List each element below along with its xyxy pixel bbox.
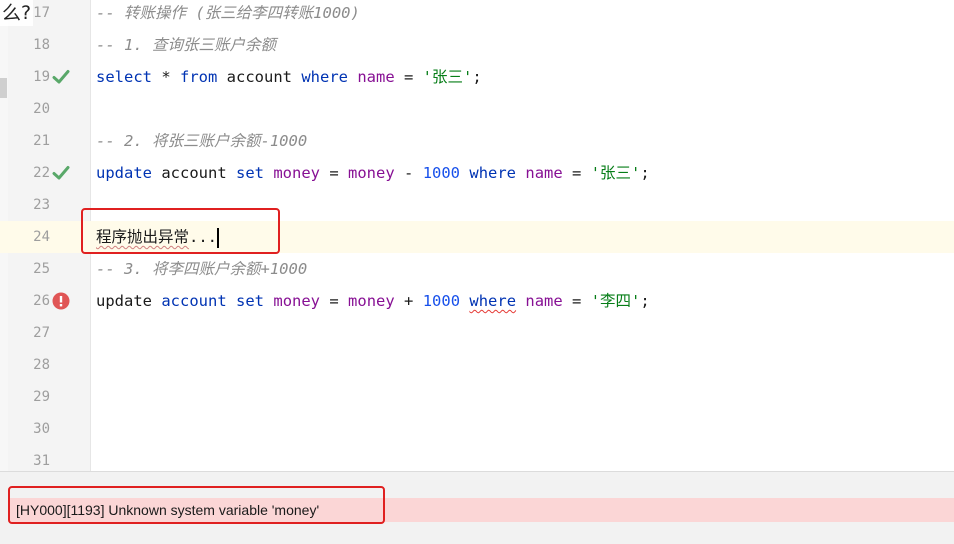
code-line-20[interactable]: 20 [0, 93, 954, 125]
code-token: where [301, 68, 348, 86]
line-number: 19 [33, 69, 50, 85]
code-line-24[interactable]: 24 程序抛出异常... [0, 221, 954, 253]
check-icon[interactable] [52, 68, 70, 86]
code-token: - [394, 164, 423, 182]
code-token: -- 转账操作 (张三给李四转账1000) [96, 4, 360, 22]
line-number: 30 [33, 421, 50, 437]
code-token: 1000 [422, 164, 461, 182]
code-token: 程序抛出异常 [96, 228, 190, 246]
code-token: = [562, 164, 591, 182]
overlay-caption: 么? [0, 0, 34, 26]
code-text[interactable]: -- 1. 查询张三账户余额 [96, 29, 276, 61]
line-number: 27 [33, 325, 50, 341]
line-number: 20 [33, 101, 50, 117]
code-line-19[interactable]: 19 select * from account where name = '张三… [0, 61, 954, 93]
code-token: = [320, 164, 349, 182]
code-token: = [394, 68, 423, 86]
code-text[interactable]: 程序抛出异常... [96, 221, 219, 253]
code-token: name [525, 164, 563, 182]
code-token: from [180, 68, 218, 86]
code-token: money [273, 292, 321, 310]
code-token: ; [640, 164, 650, 182]
code-text[interactable]: select * from account where name = '张三'; [96, 61, 482, 93]
code-line-22[interactable]: 22 update account set money = money - 100… [0, 157, 954, 189]
code-line-23[interactable]: 23 [0, 189, 954, 221]
code-token: select [96, 68, 152, 86]
line-number: 22 [33, 165, 50, 181]
code-token: money [348, 292, 395, 310]
line-number: 29 [33, 389, 50, 405]
code-token: account [217, 68, 302, 86]
check-icon[interactable] [52, 164, 70, 182]
code-token: = [562, 292, 591, 310]
code-line-29[interactable]: 29 [0, 381, 954, 413]
line-number: 25 [33, 261, 50, 277]
code-token: -- 3. 将李四账户余额+1000 [96, 260, 308, 278]
code-line-31[interactable]: 31 [0, 445, 954, 471]
code-token: = [320, 292, 349, 310]
code-token: ; [640, 292, 650, 310]
line-number: 21 [33, 133, 50, 149]
error-message[interactable]: [HY000][1193] Unknown system variable 'm… [16, 500, 319, 520]
code-token: -- 2. 将张三账户余额-1000 [96, 132, 308, 150]
sql-editor[interactable]: 17 -- 转账操作 (张三给李四转账1000) 18 -- 1. 查询张三账户余额 1… [0, 0, 954, 471]
code-line-21[interactable]: 21 -- 2. 将张三账户余额-1000 [0, 125, 954, 157]
code-token: name [525, 292, 563, 310]
line-number: 24 [33, 229, 50, 245]
line-number: 31 [33, 453, 50, 469]
line-number: 26 [33, 293, 50, 309]
error-icon[interactable] [52, 292, 70, 310]
code-token: '李四' [590, 292, 641, 310]
code-token: * [152, 68, 180, 86]
code-token: 1000 [422, 292, 461, 310]
code-text[interactable]: update account set money = money - 1000 … [96, 157, 650, 189]
code-token: + [394, 292, 423, 310]
code-line-28[interactable]: 28 [0, 349, 954, 381]
code-text[interactable]: -- 3. 将李四账户余额+1000 [96, 253, 307, 285]
code-token: money [273, 164, 321, 182]
code-token: ; [472, 68, 482, 86]
code-text[interactable]: update account set money = money + 1000 … [96, 285, 650, 317]
code-token: set [236, 292, 265, 310]
code-token: update [96, 292, 152, 310]
code-line-18[interactable]: 18 -- 1. 查询张三账户余额 [0, 29, 954, 61]
line-number: 28 [33, 357, 50, 373]
line-number: 23 [33, 197, 50, 213]
code-token: account [152, 164, 236, 182]
code-token: set [236, 164, 264, 182]
code-line-27[interactable]: 27 [0, 317, 954, 349]
code-token: -- 1. 查询张三账户余额 [96, 36, 276, 54]
code-line-25[interactable]: 25 -- 3. 将李四账户余额+1000 [0, 253, 954, 285]
code-token: '张三' [422, 68, 473, 86]
code-token: account [161, 292, 227, 310]
text-caret [217, 227, 219, 248]
code-text[interactable]: -- 转账操作 (张三给李四转账1000) [96, 0, 360, 29]
code-line-26[interactable]: 26 update account set money = money + 100… [0, 285, 954, 317]
code-line-17[interactable]: 17 -- 转账操作 (张三给李四转账1000) [0, 0, 954, 29]
code-line-30[interactable]: 30 [0, 413, 954, 445]
code-text[interactable]: -- 2. 将张三账户余额-1000 [96, 125, 307, 157]
code-token: where [469, 292, 517, 310]
code-token: '张三' [590, 164, 641, 182]
code-token: name [357, 68, 395, 86]
code-token: where [469, 164, 517, 182]
line-number: 18 [33, 37, 50, 53]
code-token: ... [189, 228, 218, 246]
code-token: money [348, 164, 395, 182]
code-token: update [96, 164, 152, 182]
